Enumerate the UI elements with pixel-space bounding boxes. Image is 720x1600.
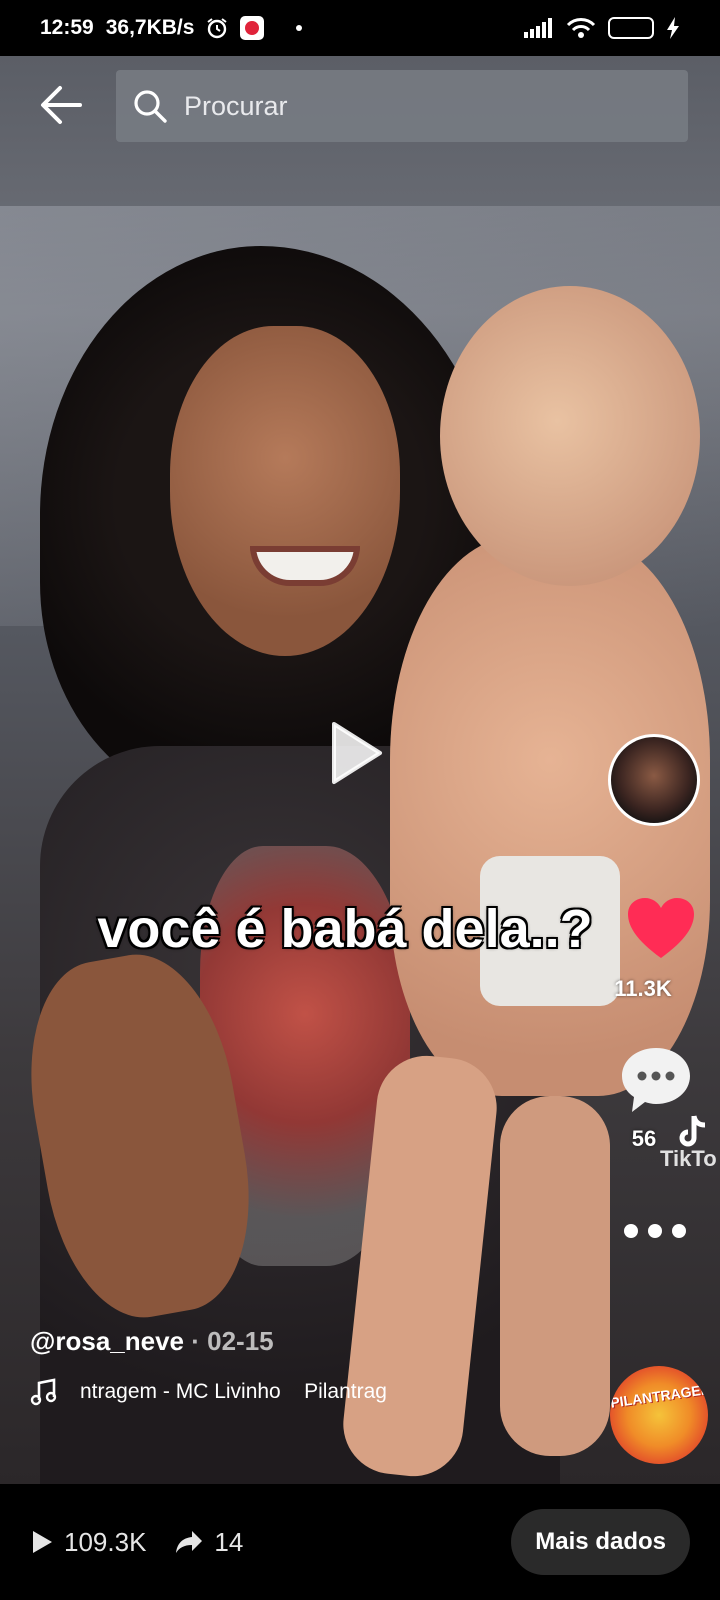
video-baby-head: [440, 286, 700, 586]
share-count: 14: [174, 1527, 243, 1558]
music-title: ntragem - MC Livinho Pilantrag: [80, 1380, 387, 1403]
music-disc-label: PILANTRAGEM: [610, 1380, 708, 1411]
back-arrow-icon[interactable]: [38, 82, 84, 128]
comment-icon[interactable]: [620, 1046, 692, 1114]
play-count: 109.3K: [30, 1527, 146, 1558]
wifi-icon: [566, 17, 596, 39]
music-note-icon: [30, 1378, 57, 1406]
more-data-button[interactable]: Mais dados: [511, 1509, 690, 1575]
bottom-stats-bar: 109.3K 14 Mais dados: [0, 1484, 720, 1600]
video-author-line[interactable]: @rosa_neve · 02-15: [30, 1326, 274, 1357]
music-disc[interactable]: PILANTRAGEM: [610, 1366, 708, 1464]
charging-icon: [666, 17, 680, 39]
post-date: · 02-15: [191, 1326, 274, 1356]
video-person-face: [170, 326, 400, 656]
notification-dot-icon: [296, 25, 303, 31]
status-time: 12:59: [40, 16, 94, 39]
signal-icon: [524, 18, 554, 38]
tiktok-logo-icon: [679, 1115, 706, 1147]
music-info[interactable]: ntragem - MC Livinho Pilantrag: [30, 1378, 410, 1406]
battery-icon: 63: [608, 17, 654, 39]
like-heart-icon[interactable]: [626, 896, 696, 960]
share-arrow-icon: [176, 1531, 203, 1553]
play-icon[interactable]: [330, 720, 384, 786]
like-count: 11.3K: [614, 976, 672, 1001]
video-player[interactable]: você é babá dela..? 11.3K 56 TikTo @rosa…: [0, 56, 720, 1484]
play-small-icon: [33, 1531, 52, 1553]
tiktok-watermark: TikTo: [660, 1146, 717, 1171]
share-count-value: 14: [214, 1526, 244, 1557]
more-options-icon[interactable]: [624, 1224, 686, 1238]
search-input[interactable]: [184, 90, 654, 122]
status-bar: 12:59 36,7KB/s 63: [0, 0, 720, 56]
play-count-value: 109.3K: [64, 1526, 147, 1557]
search-icon: [134, 90, 167, 123]
alarm-icon: [206, 17, 228, 39]
battery-level: 63: [636, 20, 652, 36]
search-bar[interactable]: [116, 70, 688, 142]
app-notification-icon: [240, 16, 265, 40]
author-username[interactable]: @rosa_neve: [30, 1326, 184, 1356]
creator-avatar[interactable]: [608, 734, 700, 826]
video-caption: você é babá dela..?: [97, 899, 593, 959]
status-speed: 36,7KB/s: [105, 16, 195, 39]
